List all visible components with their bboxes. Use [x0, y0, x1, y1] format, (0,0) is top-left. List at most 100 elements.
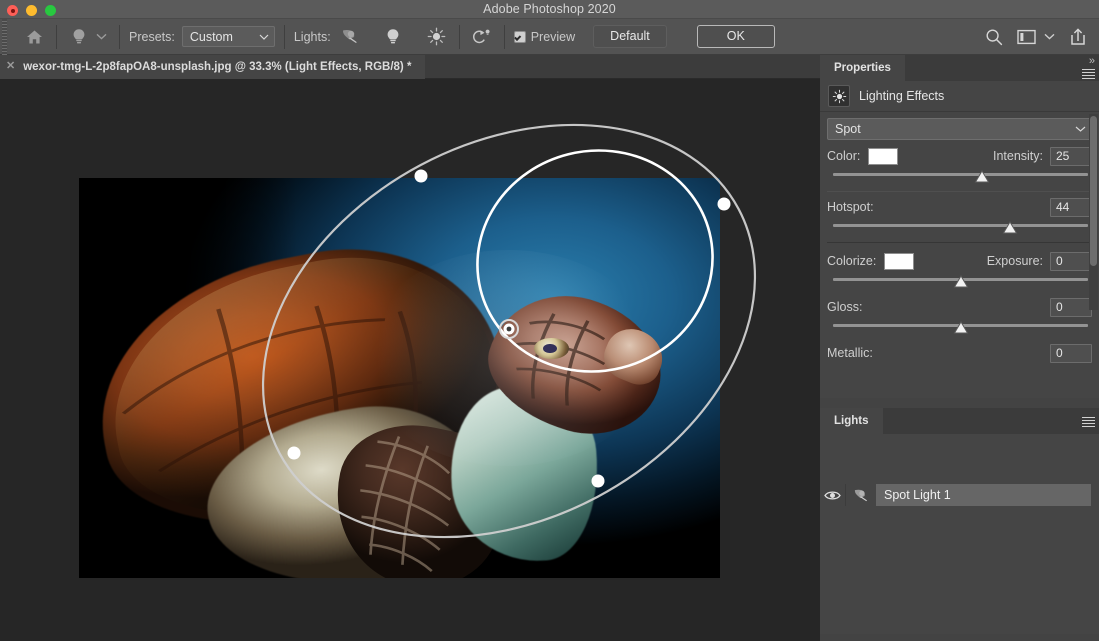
gloss-row: Gloss: 0 [827, 296, 1092, 318]
gloss-slider-thumb[interactable] [953, 321, 968, 334]
color-intensity-row: Color: Intensity: 25 [827, 145, 1092, 167]
exposure-slider-thumb[interactable] [953, 275, 968, 288]
properties-tabbar: Properties » [820, 55, 1099, 81]
infinite-light-icon [427, 27, 446, 46]
metallic-row: Metallic: 0 [827, 342, 1092, 364]
properties-header: Lighting Effects [820, 81, 1099, 111]
colorize-exposure-row: Colorize: Exposure: 0 [827, 250, 1092, 272]
eye-icon [824, 490, 841, 501]
exposure-slider[interactable] [829, 274, 1092, 290]
lights-tabbar: Lights [820, 408, 1099, 434]
hotspot-slider-thumb[interactable] [1003, 221, 1018, 234]
properties-body: Spot Color: Intensity: 25 Hotspot: 44 Co… [820, 111, 1099, 398]
lighting-effects-icon [828, 85, 850, 107]
toolbar-separator-5 [503, 24, 505, 49]
presets-select[interactable]: Custom [181, 26, 275, 47]
window-titlebar: Adobe Photoshop 2020 [0, 0, 1099, 19]
metallic-label: Metallic: [827, 346, 873, 360]
intensity-slider[interactable] [829, 169, 1092, 185]
spot-light-icon [341, 28, 360, 45]
default-button[interactable]: Default [593, 25, 667, 48]
hotspot-slider[interactable] [829, 220, 1092, 236]
panel-menu-icon[interactable] [1082, 69, 1095, 79]
add-infinite-light-button[interactable] [424, 24, 450, 50]
chevron-down-icon[interactable] [1044, 33, 1055, 40]
home-button[interactable] [21, 24, 47, 50]
right-dock: Properties » Lighting Effects Spot Color… [820, 55, 1099, 641]
colorize-label: Colorize: [827, 254, 877, 268]
metallic-input[interactable]: 0 [1050, 343, 1092, 363]
hotspot-row: Hotspot: 44 [827, 196, 1092, 218]
lights-panel: Lights Spot Light 1 [820, 408, 1099, 634]
color-label: Color: [827, 149, 861, 163]
intensity-input[interactable]: 25 [1050, 146, 1092, 166]
tab-lights[interactable]: Lights [820, 408, 883, 434]
properties-scrollbar[interactable] [1089, 114, 1098, 310]
light-type-button[interactable] [66, 24, 92, 50]
toolbar-separator [56, 24, 57, 49]
toolbar-separator-3 [283, 24, 285, 49]
search-icon[interactable] [985, 28, 1003, 46]
lights-list: Spot Light 1 [820, 434, 1099, 634]
divider-2 [827, 242, 1092, 243]
window-title: Adobe Photoshop 2020 [483, 2, 616, 16]
preview-label: Preview [530, 29, 576, 44]
gloss-slider[interactable] [829, 320, 1092, 336]
turtle-pupil [543, 343, 557, 354]
document-tab-title: wexor-tmg-L-2p8fapOA8-unsplash.jpg @ 33.… [23, 60, 412, 73]
intensity-slider-track [833, 173, 1088, 176]
point-light-icon [386, 28, 400, 46]
light-name-label[interactable]: Spot Light 1 [876, 484, 1091, 506]
home-icon [26, 29, 43, 45]
options-right-tools [985, 27, 1099, 46]
add-point-light-button[interactable] [380, 24, 406, 50]
hotspot-label: Hotspot: [827, 200, 874, 214]
list-item[interactable]: Spot Light 1 [820, 484, 1099, 506]
properties-panel: Properties » Lighting Effects Spot Color… [820, 55, 1099, 398]
share-upload-icon[interactable] [1069, 27, 1087, 46]
preview-checkbox-row[interactable]: Preview [513, 29, 576, 44]
preview-checkbox[interactable] [513, 30, 526, 43]
color-swatch[interactable] [868, 147, 899, 165]
hotspot-input[interactable]: 44 [1050, 197, 1092, 217]
photoshop-window: Adobe Photoshop 2020 Presets: Custom Lig… [0, 0, 1099, 641]
light-type-select[interactable]: Spot [827, 118, 1092, 140]
document-tab[interactable]: ✕ wexor-tmg-L-2p8fapOA8-unsplash.jpg @ 3… [0, 54, 426, 79]
collapse-panels-icon[interactable]: » [1089, 55, 1095, 67]
divider-1 [827, 191, 1092, 192]
hotspot-slider-track [833, 224, 1088, 227]
presets-label: Presets: [129, 29, 175, 44]
exposure-label: Exposure: [986, 254, 1043, 268]
toolbar-drag-handle[interactable] [0, 18, 9, 55]
light-visibility-toggle[interactable] [820, 484, 846, 506]
light-type-dropdown[interactable] [92, 24, 110, 50]
ok-button[interactable]: OK [696, 25, 775, 48]
document-image[interactable] [79, 178, 720, 578]
intensity-slider-thumb[interactable] [974, 170, 989, 183]
gloss-input[interactable]: 0 [1050, 297, 1092, 317]
toolbar-separator-2 [119, 24, 120, 49]
panel-menu-icon[interactable] [1082, 417, 1095, 427]
close-icon[interactable]: ✕ [6, 61, 15, 72]
reset-lights-icon [471, 28, 492, 46]
spot-light-icon [853, 488, 870, 503]
intensity-label: Intensity: [992, 149, 1043, 163]
point-light-icon [72, 28, 86, 46]
document-tabstrip: ✕ wexor-tmg-L-2p8fapOA8-unsplash.jpg @ 3… [0, 54, 820, 79]
light-type-thumbnail [846, 484, 876, 506]
colorize-swatch[interactable] [884, 252, 915, 270]
exposure-input[interactable]: 0 [1050, 251, 1092, 271]
gloss-label: Gloss: [827, 300, 863, 314]
add-spot-light-button[interactable] [338, 24, 364, 50]
workspace-panel-icon[interactable] [1017, 29, 1036, 45]
presets-select-wrap[interactable]: Custom [181, 26, 275, 47]
reset-lights-button[interactable] [469, 24, 495, 50]
tab-properties[interactable]: Properties [820, 55, 905, 81]
canvas-area[interactable] [0, 79, 820, 641]
properties-title: Lighting Effects [859, 89, 945, 103]
lights-label: Lights: [293, 29, 331, 44]
chevron-down-icon [96, 33, 107, 40]
toolbar-separator-4 [458, 24, 460, 49]
light-type-select-wrap[interactable]: Spot [827, 118, 1092, 140]
properties-scrollbar-thumb[interactable] [1090, 116, 1097, 266]
